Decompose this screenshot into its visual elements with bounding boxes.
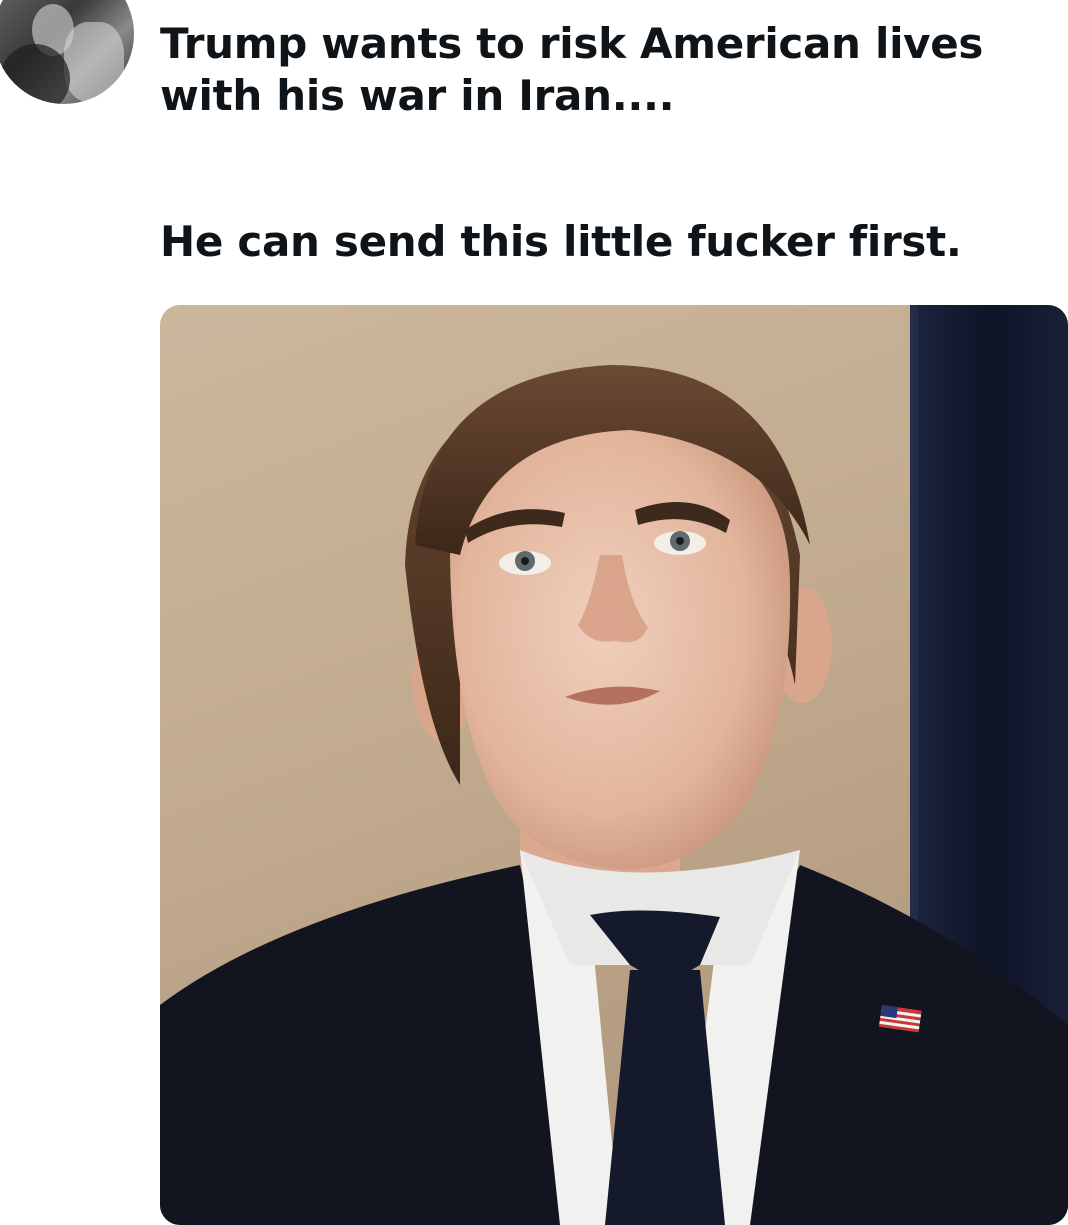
tie: [605, 970, 725, 1225]
profile-avatar[interactable]: [0, 0, 134, 104]
tweet-text-line-1: Trump wants to risk American lives with …: [160, 19, 984, 120]
tweet-media-photo[interactable]: [160, 305, 1068, 1225]
tweet-text: Trump wants to risk American lives with …: [160, 18, 1060, 268]
face: [450, 423, 791, 870]
avatar-photo-shape: [64, 22, 124, 102]
tweet-text-line-2: He can send this little fucker first.: [160, 217, 962, 266]
photo-illustration: [160, 305, 1068, 1225]
